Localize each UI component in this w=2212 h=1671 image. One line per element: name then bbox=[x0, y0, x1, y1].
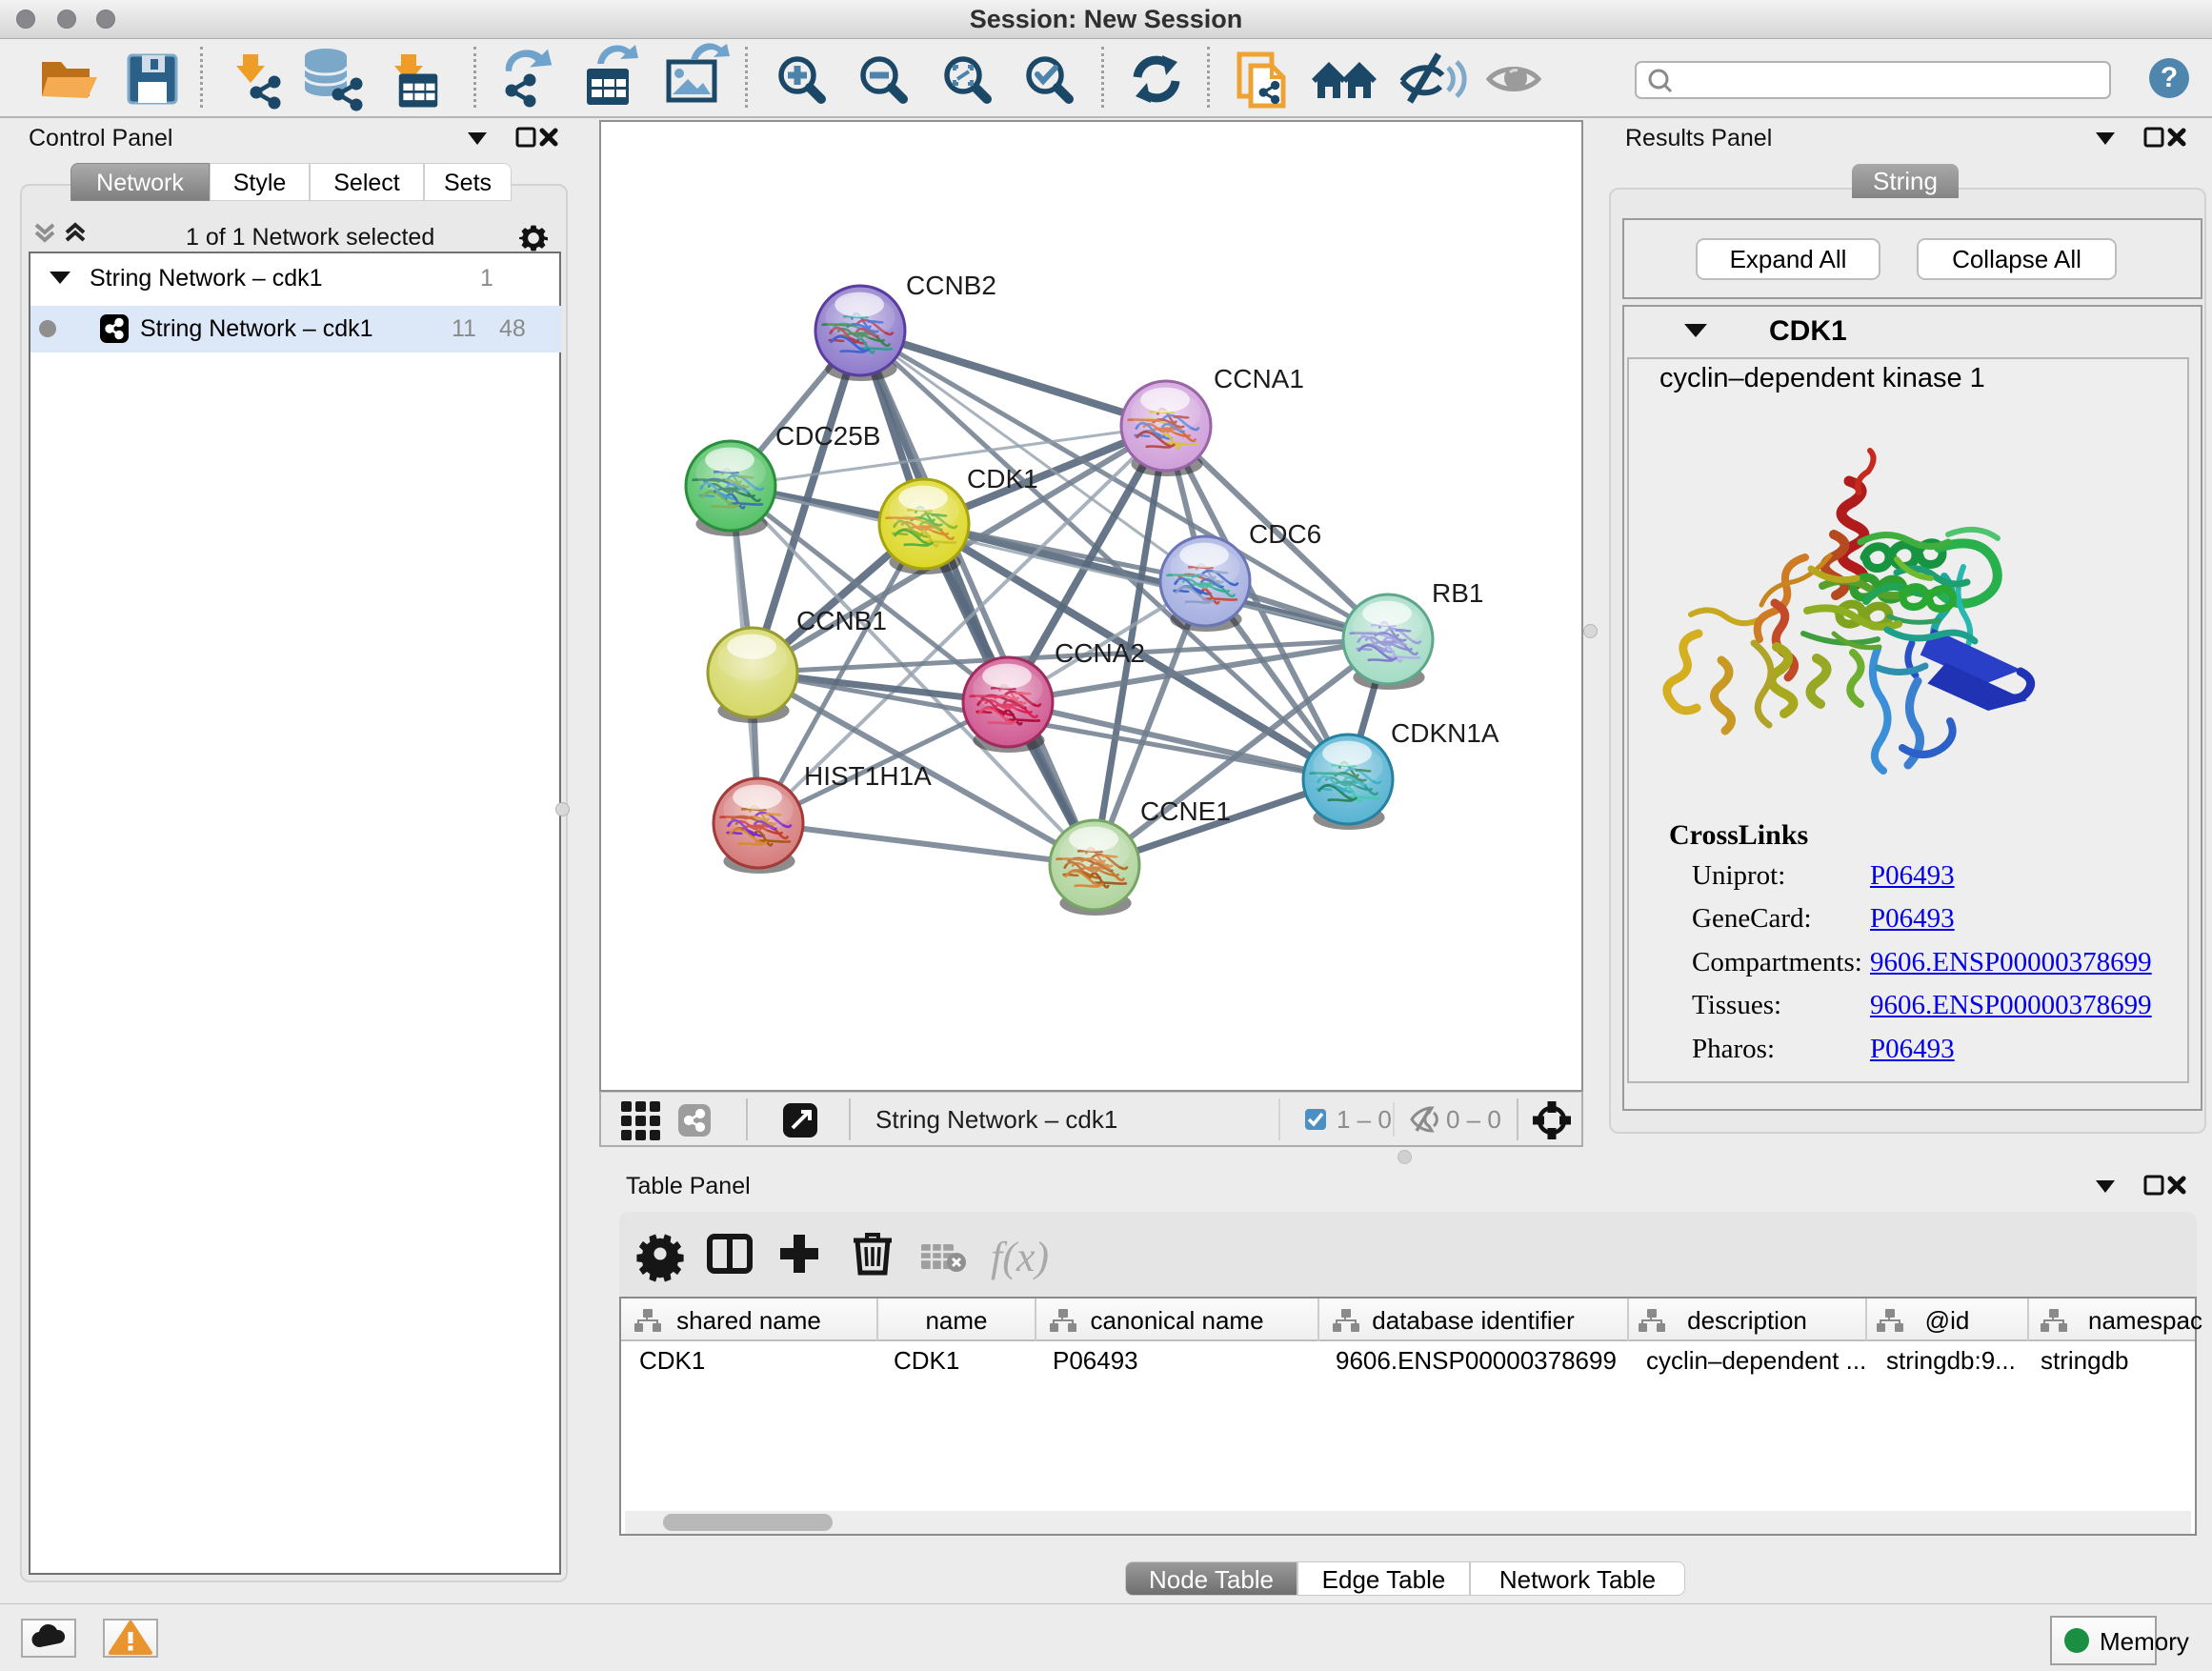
svg-text:CCNE1: CCNE1 bbox=[1140, 796, 1231, 826]
svg-text:CDC6: CDC6 bbox=[1249, 519, 1321, 549]
svg-text:f(x): f(x) bbox=[991, 1234, 1049, 1280]
svg-text:HIST1H1A: HIST1H1A bbox=[804, 761, 932, 791]
svg-text:CCNB2: CCNB2 bbox=[906, 271, 996, 300]
svg-text:CDKN1A: CDKN1A bbox=[1391, 718, 1499, 748]
svg-text:CDK1: CDK1 bbox=[967, 464, 1038, 493]
svg-text:String Network – cdk1: String Network – cdk1 bbox=[875, 1105, 1117, 1134]
svg-text:0 – 0: 0 – 0 bbox=[1446, 1105, 1501, 1134]
svg-text:RB1: RB1 bbox=[1432, 578, 1483, 608]
svg-text:CCNB1: CCNB1 bbox=[796, 606, 887, 635]
svg-text:CCNA1: CCNA1 bbox=[1214, 364, 1304, 393]
svg-text:1 – 0: 1 – 0 bbox=[1337, 1105, 1392, 1134]
svg-text:CCNA2: CCNA2 bbox=[1055, 638, 1145, 668]
svg-text:CDC25B: CDC25B bbox=[775, 421, 880, 451]
